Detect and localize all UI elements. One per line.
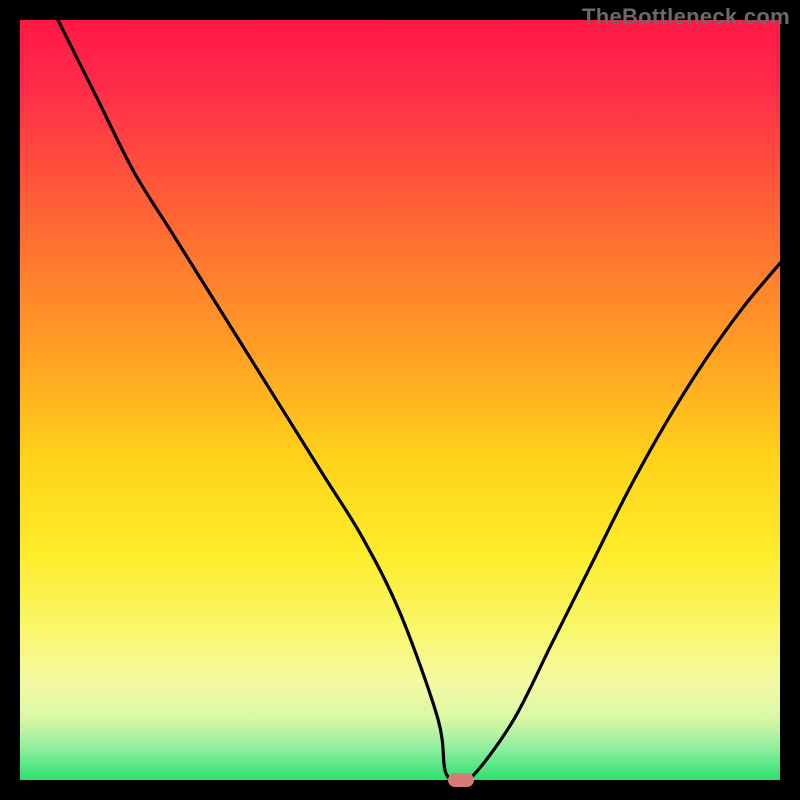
bottleneck-curve [20,20,780,780]
watermark-text: TheBottleneck.com [582,4,790,30]
plot-area [20,20,780,780]
min-marker [448,773,474,787]
chart-frame: TheBottleneck.com [0,0,800,800]
